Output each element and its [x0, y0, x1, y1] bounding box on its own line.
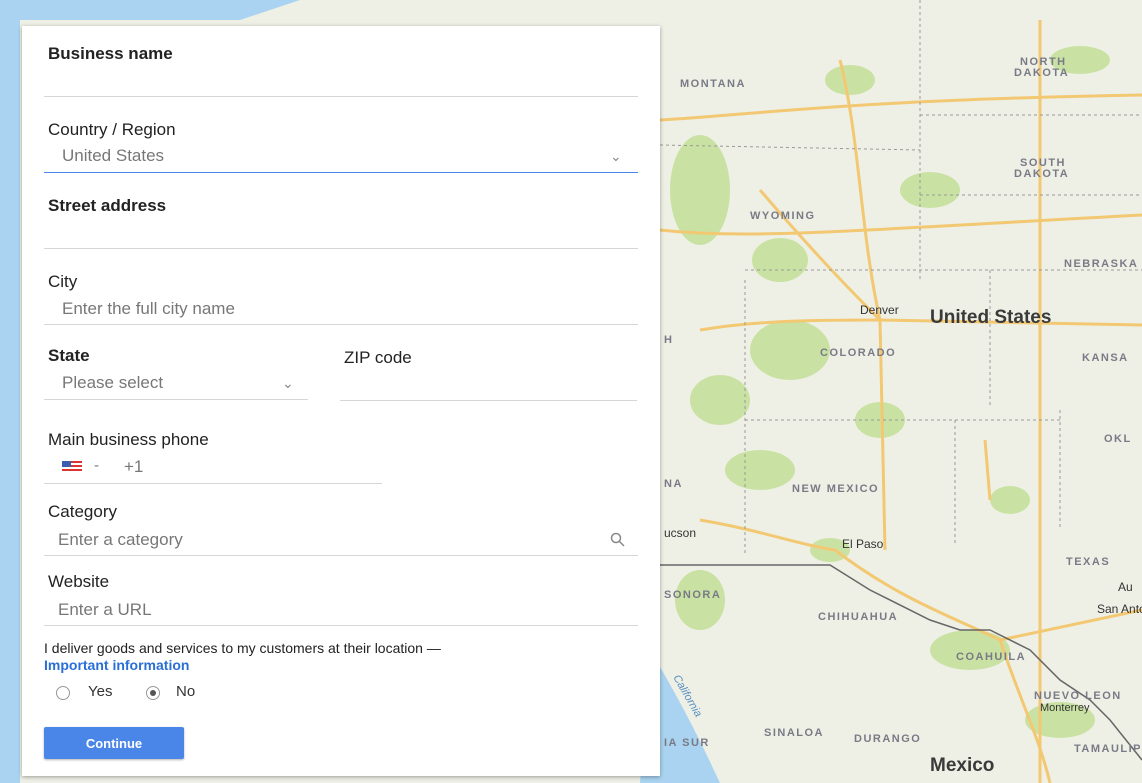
state-placeholder: Please select — [62, 373, 164, 392]
category-underline — [44, 555, 638, 556]
map-label-el-paso: El Paso — [842, 537, 884, 551]
state-select[interactable]: Please select ⌄ — [44, 370, 308, 398]
map-label-texas: TEXAS — [1066, 556, 1111, 568]
country-underline — [44, 172, 638, 173]
map-water-west — [0, 0, 20, 783]
delivery-yes-radio[interactable] — [56, 686, 70, 700]
phone-country-dropdown[interactable]: - — [94, 457, 99, 474]
delivery-no-label: No — [176, 683, 196, 700]
map-label-monterrey: Monterrey — [1040, 702, 1090, 714]
map-label-dakota-n: DAKOTA — [1014, 67, 1070, 79]
category-placeholder: Enter a category — [58, 530, 183, 549]
phone-label: Main business phone — [48, 430, 209, 449]
map-label-coahuila: COAHUILA — [956, 651, 1027, 663]
map-label-dakota-s: DAKOTA — [1014, 168, 1070, 180]
map-label-chihuahua: CHIHUAHUA — [818, 611, 899, 623]
zip-code-input[interactable] — [340, 372, 637, 400]
map-label-kansas: KANSA — [1082, 352, 1129, 364]
important-information-link[interactable]: Important information — [44, 657, 189, 673]
city-underline — [44, 324, 638, 325]
category-input[interactable]: Enter a category — [44, 526, 638, 554]
map-label-sinaloa: SINALOA — [764, 727, 824, 739]
delivery-info-text: I deliver goods and services to my custo… — [44, 640, 441, 656]
street-address-input[interactable] — [44, 220, 638, 248]
map-label-colorado: COLORADO — [820, 347, 897, 359]
map-label-nebraska: NEBRASKA — [1064, 258, 1139, 270]
map-label-montana: MONTANA — [680, 78, 746, 90]
map-label-tucson: ucson — [664, 526, 697, 540]
map-label-utah-partial: H — [664, 334, 674, 346]
map-label-san-antonio: San Anto — [1097, 602, 1142, 616]
city-placeholder: Enter the full city name — [62, 299, 235, 318]
country-label: Country / Region — [48, 120, 176, 139]
business-name-underline — [44, 96, 638, 97]
map-label-baja-sur: IA SUR — [664, 737, 710, 749]
phone-input[interactable]: - +1 — [44, 454, 382, 482]
state-label: State — [48, 346, 90, 365]
zip-code-label: ZIP code — [344, 348, 412, 367]
chevron-down-icon: ⌄ — [282, 375, 294, 391]
street-address-label: Street address — [48, 196, 167, 215]
map-label-oklahoma: OKL — [1104, 433, 1132, 445]
business-form-card: Business name Country / Region United St… — [22, 26, 660, 776]
website-placeholder: Enter a URL — [58, 600, 152, 619]
map-label-austin: Au — [1118, 580, 1133, 594]
website-underline — [44, 625, 638, 626]
map-label-wyoming: WYOMING — [750, 210, 816, 222]
category-label: Category — [48, 502, 117, 521]
map-label-durango: DURANGO — [854, 733, 922, 745]
map-label-denver: Denver — [860, 303, 899, 317]
map-label-mexico: Mexico — [930, 755, 995, 776]
delivery-yes-label: Yes — [88, 683, 113, 700]
phone-prefix: +1 — [124, 457, 144, 476]
chevron-down-icon: ⌄ — [610, 148, 622, 164]
map-label-new-mexico: NEW MEXICO — [792, 483, 880, 495]
website-label: Website — [48, 572, 110, 591]
map-label-tamaulipas: TAMAULIP — [1074, 743, 1142, 755]
map-label-arizona-partial: NA — [664, 478, 683, 490]
city-label: City — [48, 272, 78, 291]
us-flag-icon[interactable] — [62, 461, 82, 473]
business-name-label: Business name — [48, 44, 173, 63]
country-value: United States — [62, 146, 165, 165]
state-underline — [44, 399, 308, 400]
city-input[interactable]: Enter the full city name — [44, 296, 638, 324]
map-label-nuevo-leon: NUEVO LEON — [1034, 690, 1122, 702]
country-select[interactable]: United States ⌄ — [44, 144, 638, 170]
continue-button[interactable]: Continue — [44, 727, 184, 759]
search-icon — [610, 532, 626, 553]
street-address-underline — [44, 248, 638, 249]
zip-code-underline — [340, 400, 637, 401]
delivery-no-radio[interactable] — [146, 686, 160, 700]
map-label-sonora: SONORA — [664, 589, 722, 601]
map-label-united-states: United States — [930, 307, 1052, 328]
business-name-input[interactable] — [44, 68, 638, 96]
phone-underline — [44, 483, 382, 484]
website-input[interactable]: Enter a URL — [44, 596, 638, 624]
